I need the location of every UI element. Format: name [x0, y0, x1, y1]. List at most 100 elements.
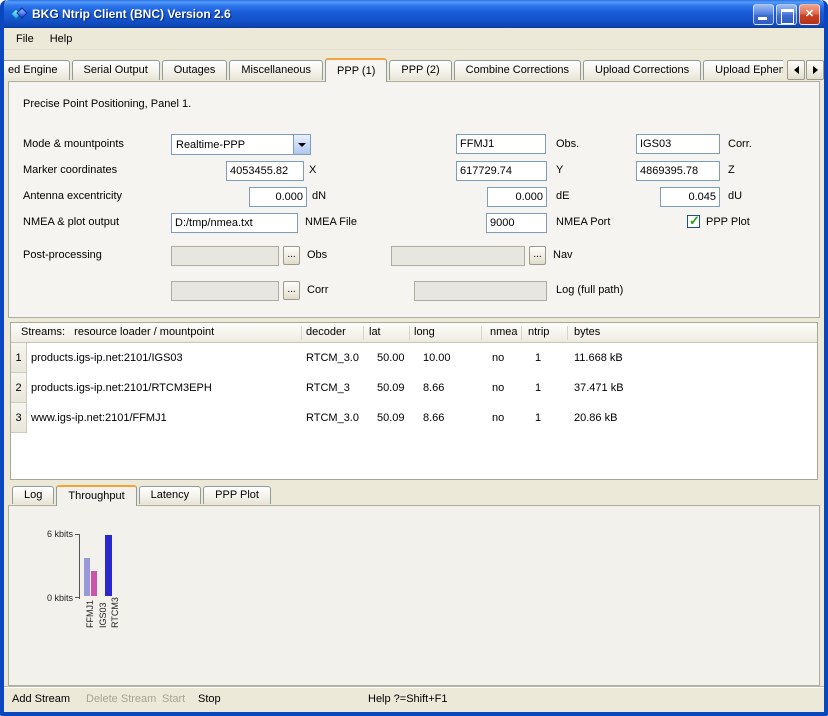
tab-ppp-1[interactable]: PPP (1): [325, 58, 387, 82]
throughput-bar: [91, 571, 97, 596]
arrow-left-icon: [794, 66, 799, 74]
mode-combobox-value: Realtime-PPP: [172, 139, 293, 151]
cell-long: 8.66: [423, 412, 444, 424]
cell-nmea: no: [492, 382, 504, 394]
menu-file[interactable]: File: [8, 30, 42, 48]
cell-ntrip: 1: [535, 412, 541, 424]
post-obs-browse-button[interactable]: ...: [283, 246, 300, 265]
post-log-field[interactable]: [414, 281, 547, 301]
marker-x-label: X: [309, 164, 316, 176]
tab-combine-corrections[interactable]: Combine Corrections: [454, 60, 581, 80]
table-row[interactable]: 2 products.igs-ip.net:2101/RTCM3EPH RTCM…: [11, 373, 817, 403]
cell-bytes: 37.471 kB: [574, 382, 624, 394]
chevron-down-icon[interactable]: [293, 135, 310, 154]
cell-lat: 50.09: [377, 412, 405, 424]
bnc-window: BKG Ntrip Client (BNC) Version 2.6 File …: [0, 0, 828, 716]
nmea-file-label: NMEA File: [305, 216, 357, 228]
header-bytes: bytes: [574, 326, 600, 338]
cell-lat: 50.00: [377, 352, 405, 364]
post-processing-label: Post-processing: [23, 249, 102, 261]
row-number: 3: [11, 403, 27, 433]
bar-label: FFMJ1: [85, 600, 95, 628]
table-row[interactable]: 3 www.igs-ip.net:2101/FFMJ1 RTCM_3.0 50.…: [11, 403, 817, 433]
close-button[interactable]: [799, 4, 820, 25]
antenna-de-label: dE: [556, 190, 569, 202]
marker-x-field[interactable]: [226, 161, 304, 181]
cell-mountpoint: products.igs-ip.net:2101/RTCM3EPH: [31, 382, 212, 394]
y-axis-tick: [75, 597, 79, 598]
tab-log[interactable]: Log: [12, 486, 54, 504]
antenna-dn-field[interactable]: [249, 187, 307, 207]
post-nav-field[interactable]: [391, 246, 525, 266]
antenna-du-field[interactable]: [660, 187, 720, 207]
maximize-button[interactable]: [776, 4, 797, 25]
stop-button[interactable]: Stop: [198, 693, 221, 705]
bar-label: RTCM3: [110, 597, 120, 628]
post-corr-field[interactable]: [171, 281, 279, 301]
post-corr-browse-button[interactable]: ...: [283, 281, 300, 300]
tab-miscellaneous[interactable]: Miscellaneous: [229, 60, 323, 80]
post-nav-browse-button[interactable]: ...: [529, 246, 546, 265]
mode-label: Mode & mountpoints: [23, 138, 124, 150]
ppp-panel: Precise Point Positioning, Panel 1. Mode…: [8, 81, 820, 318]
nmea-port-field[interactable]: [486, 213, 547, 233]
marker-y-field[interactable]: [456, 161, 547, 181]
corr-label: Corr.: [728, 138, 752, 150]
arrow-right-icon: [813, 66, 818, 74]
row-number: 1: [11, 343, 27, 373]
header-nmea: nmea: [490, 326, 518, 338]
mode-combobox[interactable]: Realtime-PPP: [171, 134, 311, 155]
antenna-de-field[interactable]: [487, 187, 547, 207]
titlebar[interactable]: BKG Ntrip Client (BNC) Version 2.6: [4, 0, 824, 28]
ytick-min: 0 kbits: [27, 593, 73, 603]
table-row[interactable]: 1 products.igs-ip.net:2101/IGS03 RTCM_3.…: [11, 343, 817, 373]
nmea-port-label: NMEA Port: [556, 216, 610, 228]
start-button[interactable]: Start: [162, 693, 185, 705]
tab-outages[interactable]: Outages: [162, 60, 228, 80]
cell-bytes: 20.86 kB: [574, 412, 617, 424]
minimize-button[interactable]: [753, 4, 774, 25]
post-log-label: Log (full path): [556, 284, 623, 296]
tab-scroll-right-button[interactable]: [806, 60, 824, 80]
cell-ntrip: 1: [535, 382, 541, 394]
tab-feed-engine[interactable]: ed Engine: [4, 60, 70, 80]
cell-mountpoint: products.igs-ip.net:2101/IGS03: [31, 352, 183, 364]
cell-long: 10.00: [423, 352, 451, 364]
menu-help[interactable]: Help: [42, 30, 81, 48]
row-number: 2: [11, 373, 27, 403]
streams-table: Streams: resource loader / mountpoint de…: [10, 322, 818, 480]
header-decoder: decoder: [306, 326, 346, 338]
app-icon: [11, 6, 27, 22]
marker-z-field[interactable]: [636, 161, 720, 181]
ppp-plot-checkbox[interactable]: [687, 215, 700, 228]
tab-scroll-left-button[interactable]: [787, 60, 805, 80]
bottom-tab-bar: Log Throughput Latency PPP Plot: [12, 485, 273, 506]
cell-decoder: RTCM_3: [306, 382, 350, 394]
throughput-chart: 6 kbits 0 kbits FFMJ1 IGS03 RTCM3: [8, 505, 820, 686]
menubar: File Help: [4, 28, 824, 50]
tab-throughput[interactable]: Throughput: [56, 485, 136, 506]
header-long: long: [414, 326, 435, 338]
obs-mountpoint-field[interactable]: [456, 134, 546, 154]
tab-upload-corrections[interactable]: Upload Corrections: [583, 60, 701, 80]
cell-nmea: no: [492, 412, 504, 424]
tab-ppp-2[interactable]: PPP (2): [389, 60, 451, 80]
tab-latency[interactable]: Latency: [139, 486, 202, 504]
nmea-file-field[interactable]: [171, 213, 298, 233]
throughput-bar: [105, 535, 112, 596]
post-corr-label: Corr: [307, 284, 328, 296]
post-obs-field[interactable]: [171, 246, 279, 266]
action-bar: Add Stream Delete Stream Start Stop Help…: [4, 688, 824, 712]
cell-lat: 50.09: [377, 382, 405, 394]
delete-stream-button[interactable]: Delete Stream: [86, 693, 156, 705]
tab-ppp-plot[interactable]: PPP Plot: [203, 486, 271, 504]
antenna-label: Antenna excentricity: [23, 190, 122, 202]
antenna-dn-label: dN: [312, 190, 326, 202]
help-hint: Help ?=Shift+F1: [368, 693, 448, 705]
tab-serial-output[interactable]: Serial Output: [72, 60, 160, 80]
nmea-label: NMEA & plot output: [23, 216, 119, 228]
tab-upload-ephemeris[interactable]: Upload Ephemeris: [703, 60, 783, 80]
add-stream-button[interactable]: Add Stream: [12, 693, 70, 705]
corr-mountpoint-field[interactable]: [636, 134, 720, 154]
cell-nmea: no: [492, 352, 504, 364]
